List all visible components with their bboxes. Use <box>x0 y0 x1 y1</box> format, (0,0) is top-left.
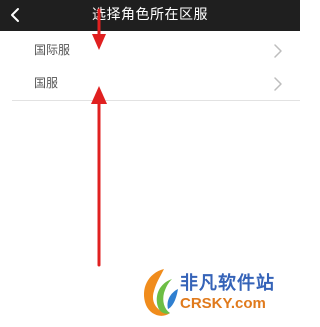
server-item-international[interactable]: 国际服 <box>0 34 300 67</box>
server-item-label: 国际服 <box>34 43 71 57</box>
watermark-en-text: CRSKY.com <box>180 295 266 312</box>
top-bar: 选择角色所在区服 <box>0 0 300 31</box>
arrow-up-annotation <box>91 86 107 267</box>
chevron-right-icon <box>274 77 282 91</box>
server-list: 国际服 国服 <box>0 34 300 101</box>
server-item-china[interactable]: 国服 <box>0 67 300 100</box>
server-item-label: 国服 <box>34 76 59 90</box>
site-logo-icon <box>144 269 178 316</box>
divider <box>12 100 300 101</box>
watermark-cn-text: 非凡软件站 <box>180 273 275 294</box>
watermark: 非凡软件站 CRSKY.com <box>134 263 294 323</box>
page-title: 选择角色所在区服 <box>92 7 208 23</box>
chevron-right-icon <box>274 44 282 58</box>
